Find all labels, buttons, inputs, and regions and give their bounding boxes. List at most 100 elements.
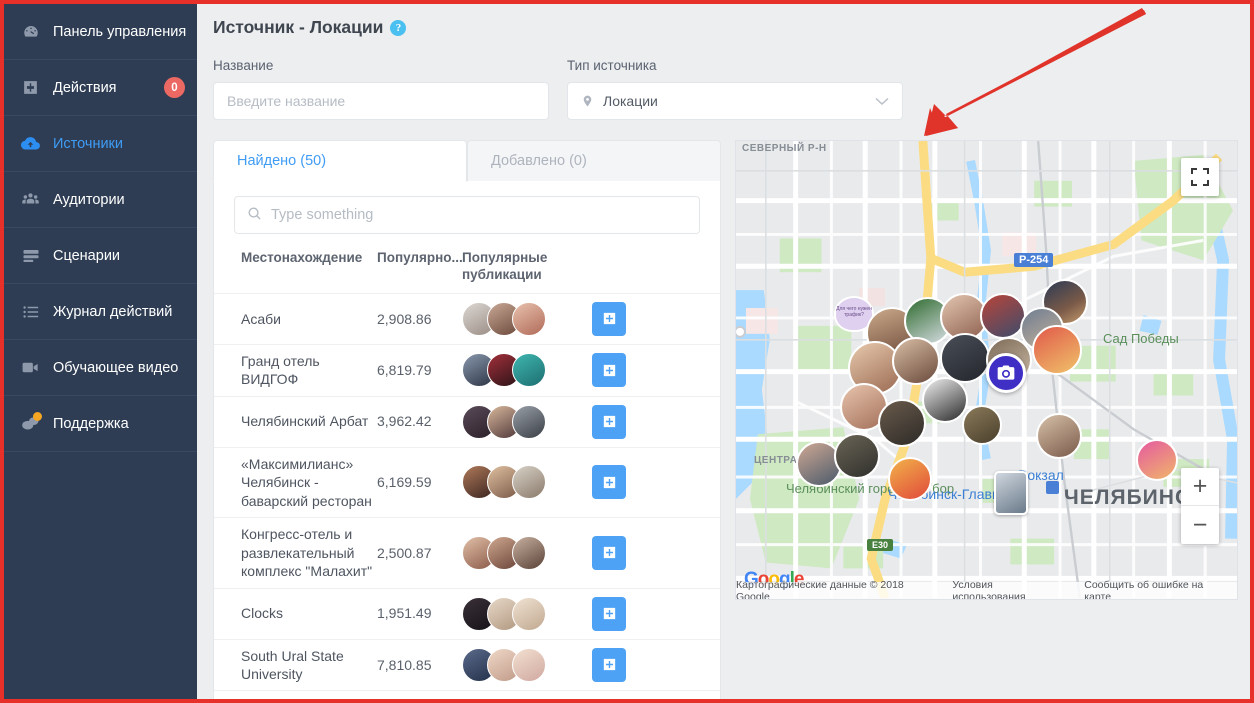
avatar[interactable] [512, 353, 546, 388]
photo-marker[interactable] [878, 399, 926, 447]
map-shield-r254: Р-254 [1014, 253, 1054, 267]
dashboard-icon [21, 22, 40, 41]
cell-popularity: 2,908.86 [377, 310, 432, 327]
cell-action [592, 465, 720, 500]
cell-popular-posts [462, 465, 592, 500]
chevron-down-icon [875, 97, 889, 106]
cell-location: Театр оперы и балета им.Глинки [214, 698, 377, 699]
zoom-in-button[interactable]: + [1181, 468, 1219, 506]
photo-marker[interactable] [1032, 325, 1082, 375]
avatar[interactable] [512, 465, 546, 500]
name-input-placeholder: Введите название [227, 93, 346, 109]
plus-square-icon [21, 78, 40, 97]
camera-cluster-icon[interactable] [986, 353, 1026, 393]
sidebar-item-dashboard[interactable]: Панель управления [4, 4, 197, 60]
cell-location: Конгресс-отель и развлекательный комплек… [241, 526, 373, 580]
map-zoom-controls[interactable]: + − [1181, 468, 1219, 544]
add-location-button[interactable] [592, 404, 626, 439]
cell-action [592, 647, 720, 682]
app-root: Панель управления Действия 0 Источники А… [4, 4, 1250, 699]
add-location-button[interactable] [592, 535, 626, 570]
table-row[interactable]: Гранд отель ВИДГОФ 6,819.79 [214, 343, 720, 396]
name-field-group: Название Введите название [213, 58, 549, 120]
notification-dot [33, 412, 42, 421]
avatar[interactable] [512, 301, 546, 336]
avatar[interactable] [512, 404, 546, 439]
search-icon [247, 206, 262, 225]
sidebar-item-label: Обучающее видео [53, 359, 179, 376]
tab-added[interactable]: Добавлено (0) [467, 140, 721, 181]
table-row[interactable]: Театр оперы и балета им.Глинки677.47 [214, 690, 720, 699]
cell-action [592, 535, 720, 570]
table-row[interactable]: «Максимилианс» Челябинск - баварский рес… [214, 446, 720, 517]
server-icon [21, 246, 40, 265]
search-input[interactable]: Type something [234, 196, 700, 234]
map-pin-icon [581, 93, 594, 109]
table-row[interactable]: Асаби 2,908.86 [214, 292, 720, 344]
cell-popular-posts [462, 647, 592, 682]
map-shield-e30: E30 [867, 539, 894, 551]
zoom-out-button[interactable]: − [1181, 506, 1219, 544]
sidebar-item-sources[interactable]: Источники [4, 116, 197, 172]
table-row[interactable]: Челябинский Арбат 3,962.42 [214, 395, 720, 447]
avatar[interactable] [512, 647, 546, 682]
cell-popularity: 1,951.49 [377, 605, 432, 622]
sidebar-item-action-log[interactable]: Журнал действий [4, 284, 197, 340]
cell-action [592, 301, 720, 336]
photo-marker[interactable] [888, 457, 932, 501]
map-terms-link[interactable]: Условия использования [952, 579, 1064, 600]
source-type-value: Локации [603, 93, 658, 109]
sidebar-item-scenarios[interactable]: Сценарии [4, 228, 197, 284]
sidebar-item-actions[interactable]: Действия 0 [4, 60, 197, 116]
avatar-group [462, 404, 592, 439]
add-location-button[interactable] [592, 465, 626, 500]
table-row[interactable]: Clocks 1,951.49 [214, 587, 720, 639]
search-placeholder: Type something [271, 207, 374, 223]
cell-popular-posts [462, 535, 592, 570]
photo-marker[interactable] [1036, 413, 1082, 459]
photo-marker[interactable] [892, 337, 940, 385]
main-content: Источник - Локации ? Название Введите на… [197, 4, 1250, 699]
avatar-group [462, 465, 592, 500]
column-header-popular-posts: Популярные публикации [462, 250, 548, 282]
map-panel[interactable]: СЕВЕРНЫЙ Р-Н ЦЕНТРАЛЬНЫЙ Р-Н Сад Победы … [735, 140, 1238, 600]
sidebar-item-label: Аудитории [53, 191, 125, 208]
cell-action [592, 353, 720, 388]
map-data-attribution: Картографические данные © 2018 Google [736, 578, 904, 600]
avatar[interactable] [512, 596, 546, 631]
cell-action [592, 596, 720, 631]
train-station-icon [1046, 481, 1059, 494]
results-panel: Найдено (50) Добавлено (0) Type somethin… [213, 140, 721, 699]
fullscreen-icon[interactable] [1181, 158, 1219, 196]
photo-marker[interactable] [1136, 439, 1178, 481]
photo-marker[interactable] [980, 293, 1026, 339]
add-location-button[interactable] [592, 596, 626, 631]
add-location-button[interactable] [592, 301, 626, 336]
photo-marker[interactable] [962, 405, 1002, 445]
cell-popular-posts [462, 301, 592, 336]
table-row[interactable]: South Ural State University 7,810.85 [214, 638, 720, 691]
photo-marker[interactable] [834, 433, 880, 479]
sidebar-item-training-video[interactable]: Обучающее видео [4, 340, 197, 396]
sidebar-item-audiences[interactable]: Аудитории [4, 172, 197, 228]
cell-popularity: 6,169.59 [377, 474, 432, 491]
map-report-link[interactable]: Сообщить об ошибке на карте [1084, 579, 1227, 600]
sidebar-item-label: Источники [53, 135, 124, 152]
question-mark-icon[interactable]: ? [390, 19, 407, 36]
name-input-wrapper[interactable]: Введите название [213, 82, 549, 120]
source-type-select[interactable]: Локации [567, 82, 903, 120]
photo-marker-square[interactable] [994, 471, 1028, 515]
cell-popular-posts [462, 404, 592, 439]
cell-location: South Ural State University [241, 647, 344, 682]
add-location-button[interactable] [592, 353, 626, 388]
column-header-location: Местонахождение [241, 250, 363, 265]
cell-location: Челябинский Арбат [241, 413, 369, 430]
photo-marker[interactable] [922, 377, 968, 423]
photo-marker[interactable] [940, 333, 990, 383]
add-location-button[interactable] [592, 647, 626, 682]
avatar[interactable] [512, 535, 546, 570]
sidebar: Панель управления Действия 0 Источники А… [4, 4, 197, 699]
tab-found[interactable]: Найдено (50) [213, 140, 467, 182]
sidebar-item-support[interactable]: Поддержка [4, 396, 197, 452]
table-row[interactable]: Конгресс-отель и развлекательный комплек… [214, 517, 720, 587]
